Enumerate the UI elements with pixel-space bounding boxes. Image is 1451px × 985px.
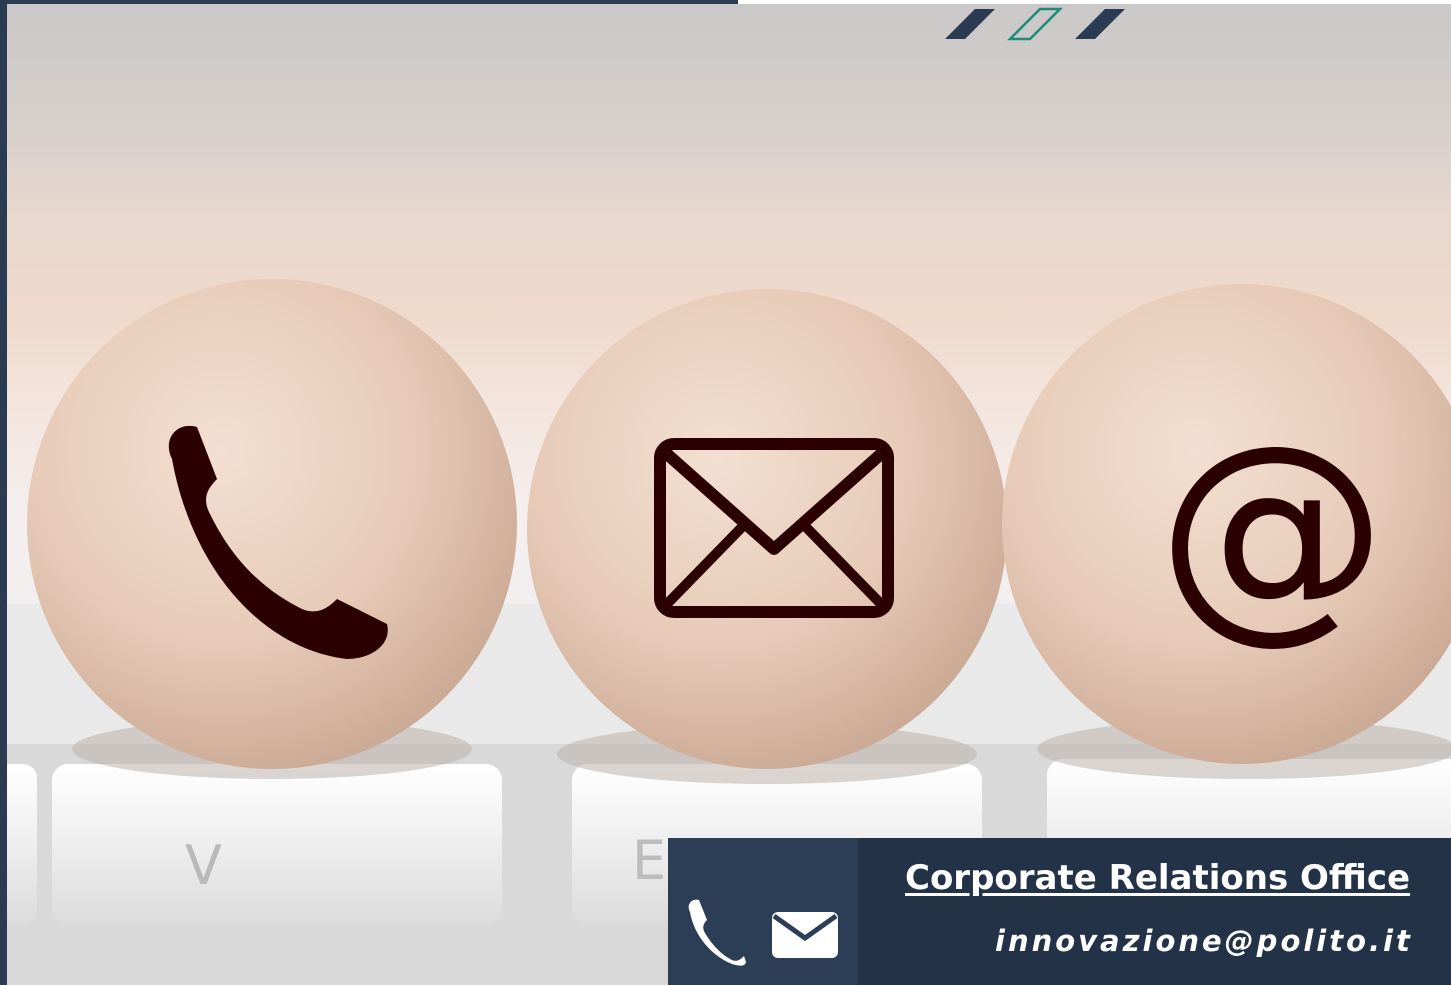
ball-envelope bbox=[527, 289, 1007, 769]
envelope-icon bbox=[772, 912, 838, 958]
contact-card: Corporate Relations Office innovazione@p… bbox=[668, 838, 1451, 985]
phone-icon bbox=[688, 899, 746, 966]
contact-icons bbox=[688, 899, 838, 966]
contact-icons-panel bbox=[668, 838, 858, 985]
chevron-decoration bbox=[945, 7, 1125, 41]
email-link[interactable]: innovazione@polito.it bbox=[995, 924, 1413, 958]
slide: V E @ Corporate Relations Office innovaz… bbox=[0, 0, 1451, 985]
at-sign-icon: @ bbox=[1157, 397, 1387, 664]
top-accent-bar bbox=[0, 0, 738, 4]
left-accent-bar bbox=[0, 0, 7, 985]
svg-text:@: @ bbox=[1157, 397, 1387, 664]
key-v-label: V bbox=[185, 834, 222, 897]
ball-phone bbox=[27, 279, 517, 769]
key-e-label: E bbox=[632, 829, 666, 892]
card-title[interactable]: Corporate Relations Office bbox=[905, 858, 1410, 898]
key-v bbox=[52, 764, 502, 924]
